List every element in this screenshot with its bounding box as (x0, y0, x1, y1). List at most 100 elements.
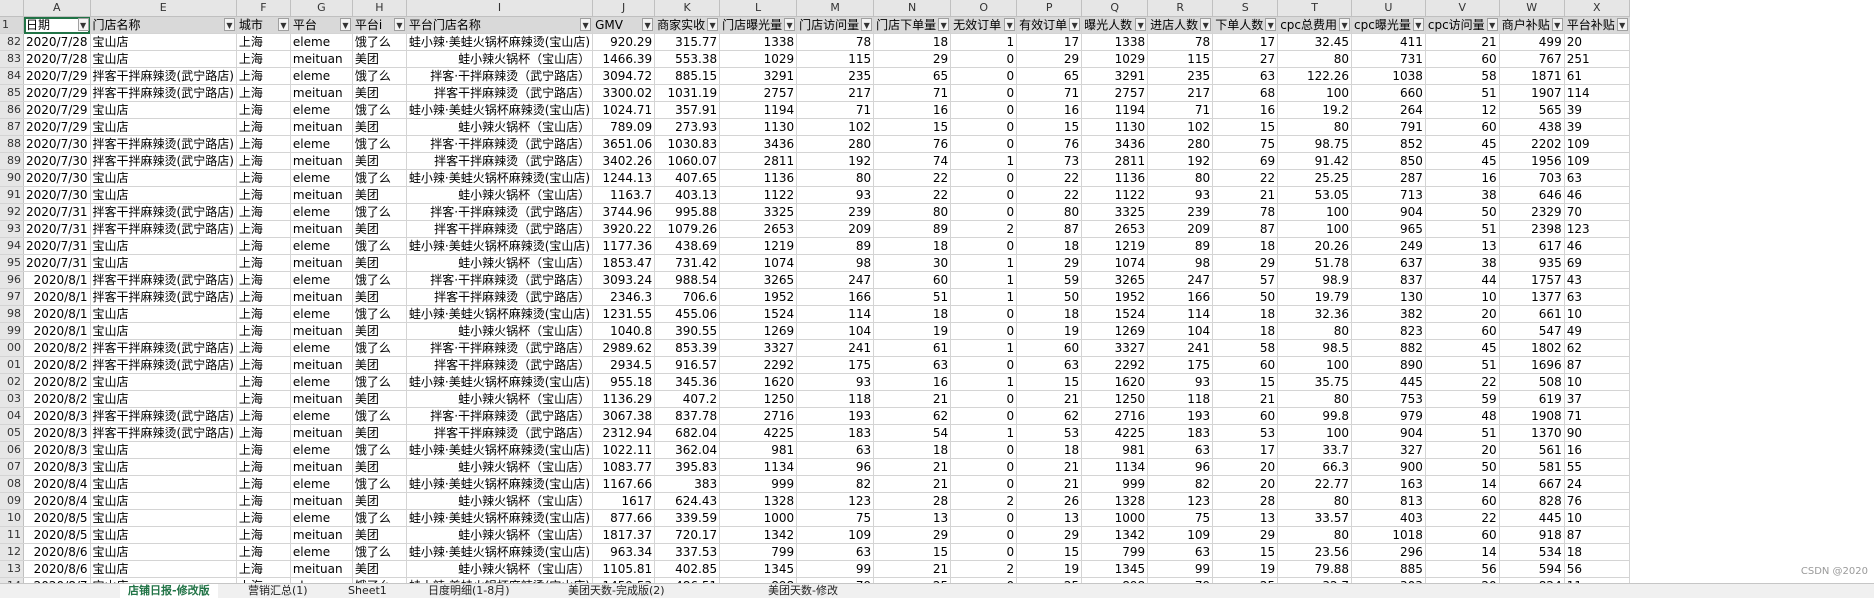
row-number[interactable]: 85 (0, 84, 24, 102)
table-cell[interactable]: 上海 (236, 424, 291, 442)
table-cell[interactable]: eleme (290, 169, 353, 187)
table-cell[interactable]: 19.79 (1277, 288, 1353, 306)
filter-dropdown-icon[interactable]: ▼ (1004, 18, 1016, 31)
table-cell[interactable]: 1620 (1081, 373, 1149, 391)
table-cell[interactable]: 63 (1212, 67, 1279, 85)
table-cell[interactable]: 46 (1564, 237, 1630, 255)
filter-dropdown-icon[interactable]: ▼ (277, 18, 289, 31)
table-cell[interactable]: 80 (1016, 203, 1083, 221)
table-cell[interactable]: 1136.29 (592, 390, 656, 408)
table-cell[interactable]: 美团 (352, 526, 407, 544)
table-cell[interactable]: 57 (1212, 271, 1279, 289)
table-cell[interactable]: 美团 (352, 560, 407, 578)
table-cell[interactable]: 99 (796, 560, 875, 578)
table-cell[interactable]: 2020/7/28 (23, 33, 91, 51)
table-cell[interactable]: 2653 (1081, 220, 1149, 238)
table-cell[interactable]: 2811 (719, 152, 798, 170)
table-cell[interactable]: 宝山店 (90, 50, 237, 68)
table-cell[interactable]: meituan (290, 254, 353, 272)
table-cell[interactable]: 357.91 (654, 101, 721, 119)
table-cell[interactable]: 280 (1147, 135, 1214, 153)
table-cell[interactable]: 534 (1499, 543, 1565, 561)
table-cell[interactable]: 21 (1212, 390, 1279, 408)
row-number[interactable]: 89 (0, 152, 24, 170)
table-cell[interactable]: 饿了么 (352, 33, 407, 51)
table-cell[interactable]: 13 (873, 509, 952, 527)
table-cell[interactable]: 19 (873, 322, 952, 340)
row-number[interactable]: 01 (0, 356, 24, 374)
table-cell[interactable]: 宝山店 (90, 475, 237, 493)
table-cell[interactable]: 98 (796, 254, 875, 272)
table-cell[interactable]: 327 (1351, 441, 1426, 459)
sheet-tab[interactable]: 美团天数-修改 (760, 584, 846, 598)
table-cell[interactable]: 13 (1016, 509, 1083, 527)
table-cell[interactable]: 29 (1016, 254, 1083, 272)
filter-dropdown-icon[interactable]: ▼ (861, 18, 873, 31)
table-cell[interactable]: 拌客·干拌麻辣烫（武宁路店） (406, 67, 594, 85)
table-cell[interactable]: 拌客干拌麻辣烫（武宁路店） (406, 152, 594, 170)
table-cell[interactable]: 43 (1564, 271, 1630, 289)
table-cell[interactable]: 上海 (236, 203, 291, 221)
sheet-tab[interactable]: 日度明细(1-8月) (420, 584, 518, 598)
table-cell[interactable]: 拌客干拌麻辣烫(武宁路店) (90, 220, 237, 238)
table-cell[interactable]: 251 (1564, 50, 1630, 68)
table-cell[interactable]: 0 (950, 543, 1018, 561)
header-cell[interactable]: 进店人数 ▼ (1147, 16, 1214, 34)
table-cell[interactable]: 61 (873, 339, 952, 357)
table-cell[interactable]: 0 (950, 84, 1018, 102)
table-cell[interactable]: 51 (1425, 84, 1500, 102)
column-letter-J[interactable]: J (592, 0, 656, 17)
table-cell[interactable]: 1136 (1081, 169, 1149, 187)
table-cell[interactable]: 209 (796, 220, 875, 238)
table-cell[interactable]: 拌客干拌麻辣烫(武宁路店) (90, 356, 237, 374)
table-cell[interactable]: 上海 (236, 339, 291, 357)
table-cell[interactable]: meituan (290, 220, 353, 238)
table-cell[interactable]: 96 (796, 458, 875, 476)
table-cell[interactable]: meituan (290, 322, 353, 340)
table-cell[interactable]: 3291 (1081, 67, 1149, 85)
row-number[interactable]: 84 (0, 67, 24, 85)
table-cell[interactable]: 617 (1499, 237, 1565, 255)
table-cell[interactable]: 60 (1212, 356, 1279, 374)
table-cell[interactable]: 80 (873, 203, 952, 221)
table-cell[interactable]: 美团 (352, 424, 407, 442)
table-cell[interactable]: 19 (1016, 560, 1083, 578)
table-cell[interactable]: 1079.26 (654, 220, 721, 238)
table-cell[interactable]: 拌客·干拌麻辣烫（武宁路店） (406, 203, 594, 221)
sheet-tab[interactable]: Sheet1 (340, 584, 395, 598)
table-cell[interactable]: 753 (1351, 390, 1426, 408)
table-cell[interactable]: 16 (1212, 101, 1279, 119)
table-cell[interactable]: 2757 (719, 84, 798, 102)
table-cell[interactable]: 71 (796, 101, 875, 119)
table-cell[interactable]: 407.2 (654, 390, 721, 408)
table-cell[interactable]: 80 (796, 169, 875, 187)
row-number[interactable]: 04 (0, 407, 24, 425)
table-cell[interactable]: 80 (1277, 50, 1353, 68)
row-number[interactable]: 86 (0, 101, 24, 119)
table-cell[interactable]: 蛙小辣火锅杯（宝山店） (406, 560, 594, 578)
table-cell[interactable]: 38 (1425, 186, 1500, 204)
table-cell[interactable]: 2020/7/29 (23, 67, 91, 85)
table-cell[interactable]: 853.39 (654, 339, 721, 357)
table-cell[interactable]: 63 (796, 441, 875, 459)
column-letter-E[interactable]: E (90, 0, 237, 17)
row-number[interactable]: 91 (0, 186, 24, 204)
table-cell[interactable]: meituan (290, 50, 353, 68)
table-cell[interactable]: meituan (290, 356, 353, 374)
table-cell[interactable]: 宝山店 (90, 237, 237, 255)
table-cell[interactable]: 20 (1212, 458, 1279, 476)
table-cell[interactable]: 45 (1425, 152, 1500, 170)
table-cell[interactable]: 2757 (1081, 84, 1149, 102)
table-cell[interactable]: 445 (1499, 509, 1565, 527)
table-cell[interactable]: 上海 (236, 50, 291, 68)
table-cell[interactable]: 63 (1147, 441, 1214, 459)
filter-dropdown-icon[interactable]: ▼ (1486, 18, 1498, 31)
table-cell[interactable]: 1328 (719, 492, 798, 510)
table-cell[interactable]: 118 (1147, 390, 1214, 408)
column-letter-O[interactable]: O (950, 0, 1018, 17)
table-cell[interactable]: 2202 (1499, 135, 1565, 153)
table-cell[interactable]: 209 (1147, 220, 1214, 238)
table-cell[interactable]: 1802 (1499, 339, 1565, 357)
table-cell[interactable]: 宝山店 (90, 254, 237, 272)
table-cell[interactable]: 918 (1499, 526, 1565, 544)
